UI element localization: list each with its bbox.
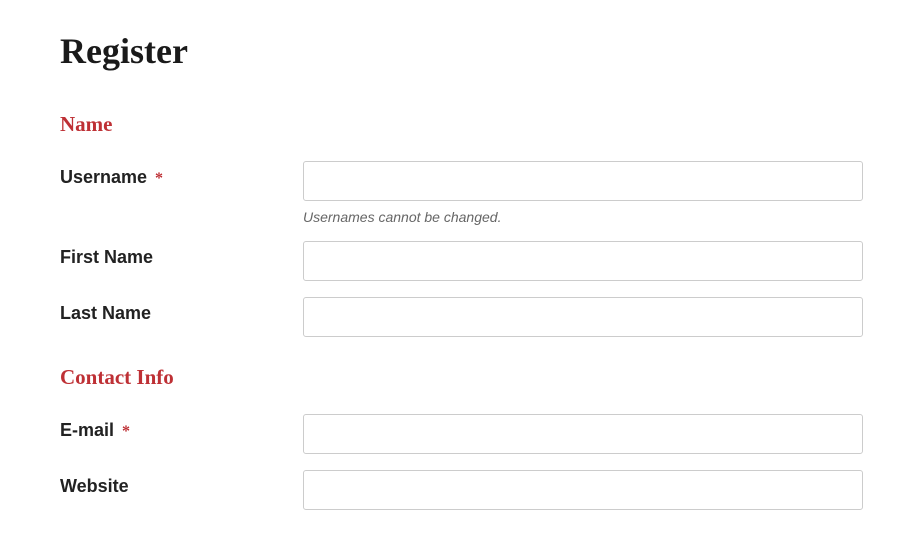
email-input[interactable] xyxy=(303,414,863,454)
required-mark: * xyxy=(122,423,130,440)
first-name-input-wrap xyxy=(303,241,863,281)
email-input-wrap xyxy=(303,414,863,454)
field-first-name: First Name xyxy=(60,241,863,281)
username-label: Username xyxy=(60,167,147,187)
website-label: Website xyxy=(60,476,129,496)
first-name-input[interactable] xyxy=(303,241,863,281)
last-name-input[interactable] xyxy=(303,297,863,337)
section-heading-contact: Contact Info xyxy=(60,365,863,390)
last-name-label: Last Name xyxy=(60,303,151,323)
field-username: Username * Usernames cannot be changed. xyxy=(60,161,863,225)
username-input[interactable] xyxy=(303,161,863,201)
username-input-wrap: Usernames cannot be changed. xyxy=(303,161,863,225)
last-name-label-wrap: Last Name xyxy=(60,297,303,324)
last-name-input-wrap xyxy=(303,297,863,337)
username-label-wrap: Username * xyxy=(60,161,303,188)
website-input-wrap xyxy=(303,470,863,510)
email-label-wrap: E-mail * xyxy=(60,414,303,441)
website-input[interactable] xyxy=(303,470,863,510)
website-label-wrap: Website xyxy=(60,470,303,497)
field-website: Website xyxy=(60,470,863,510)
email-label: E-mail xyxy=(60,420,114,440)
page-title: Register xyxy=(60,30,863,72)
first-name-label: First Name xyxy=(60,247,153,267)
field-last-name: Last Name xyxy=(60,297,863,337)
username-helper: Usernames cannot be changed. xyxy=(303,209,863,225)
required-mark: * xyxy=(155,170,163,187)
first-name-label-wrap: First Name xyxy=(60,241,303,268)
section-heading-name: Name xyxy=(60,112,863,137)
field-email: E-mail * xyxy=(60,414,863,454)
